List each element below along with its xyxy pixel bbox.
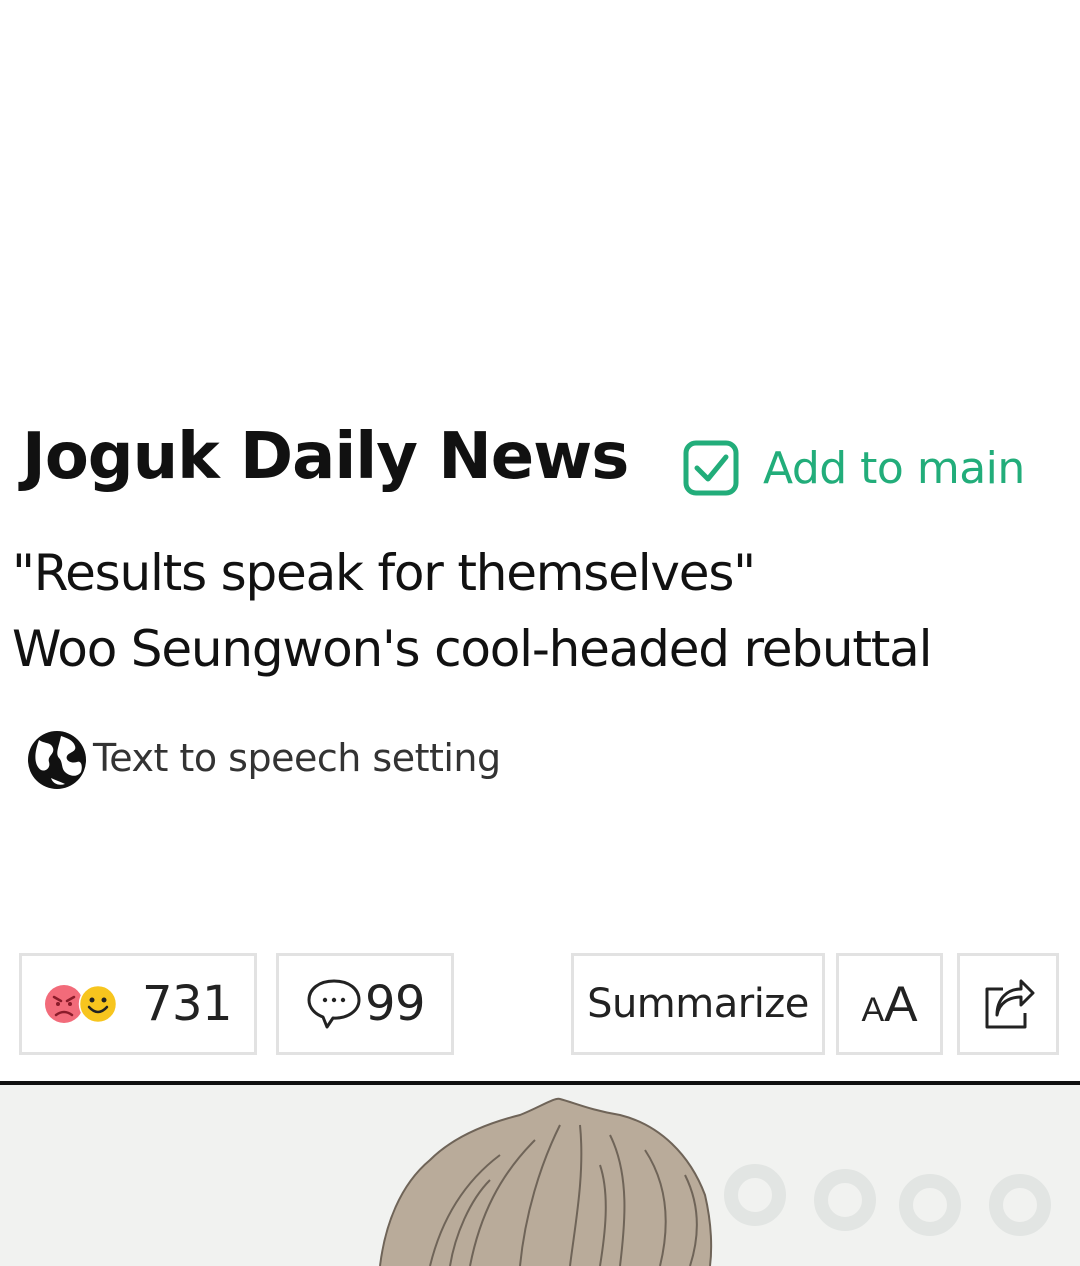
headline-line-1: "Results speak for themselves" xyxy=(12,544,756,602)
text-to-speech-setting[interactable]: Text to speech setting xyxy=(25,726,501,790)
add-to-main-label: Add to main xyxy=(763,442,1025,494)
headline-line-2: Woo Seungwon's cool-headed rebuttal xyxy=(12,620,932,678)
font-size-icon: AA xyxy=(861,976,918,1032)
globe-icon xyxy=(25,726,89,790)
publisher-name: Joguk Daily News xyxy=(22,420,629,494)
comment-count: 99 xyxy=(364,976,426,1032)
reaction-emojis xyxy=(44,979,126,1029)
share-icon xyxy=(985,979,1035,1029)
summarize-label: Summarize xyxy=(587,981,809,1027)
article-illustration xyxy=(0,1085,1080,1266)
speech-bubble-icon xyxy=(305,977,363,1031)
add-to-main-button[interactable]: Add to main xyxy=(683,440,1025,496)
reaction-count: 731 xyxy=(141,976,233,1032)
tts-label: Text to speech setting xyxy=(93,736,501,780)
checkbox-checked-icon xyxy=(683,440,739,496)
smiley-face-icon xyxy=(78,984,118,1024)
reactions-button[interactable]: 731 xyxy=(19,953,257,1055)
share-button[interactable] xyxy=(957,953,1059,1055)
comments-button[interactable]: 99 xyxy=(276,953,454,1055)
font-size-button[interactable]: AA xyxy=(836,953,943,1055)
summarize-button[interactable]: Summarize xyxy=(571,953,825,1055)
